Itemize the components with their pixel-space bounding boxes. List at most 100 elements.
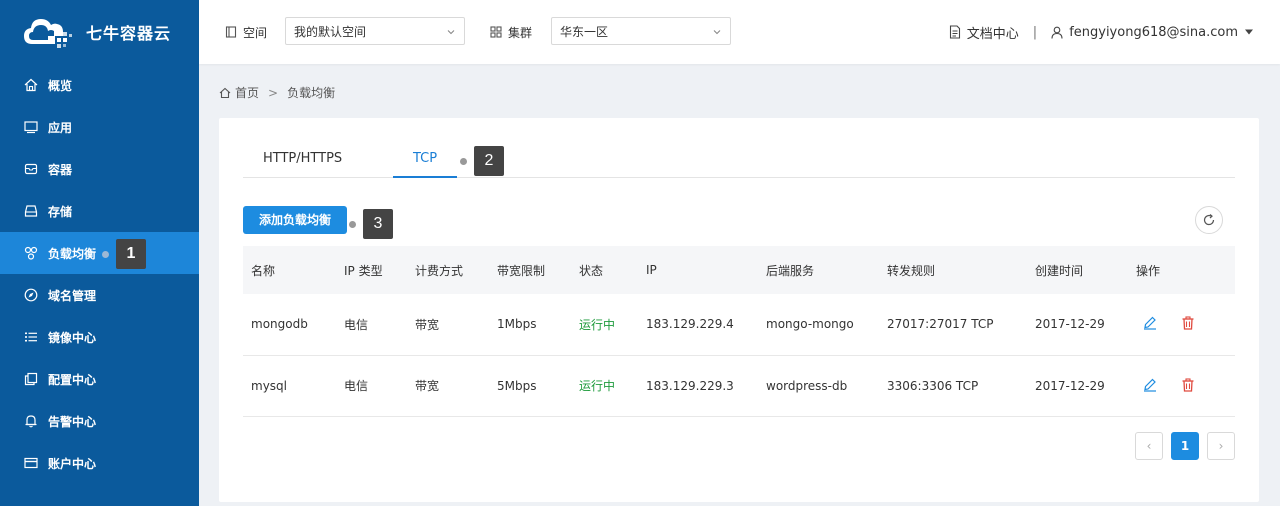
sidebar-item-apps[interactable]: 应用 bbox=[0, 106, 199, 148]
cluster-select[interactable]: 华东一区 bbox=[551, 17, 731, 45]
col-header: 带宽限制 bbox=[497, 263, 546, 278]
trash-icon bbox=[1181, 377, 1195, 392]
load-balance-icon bbox=[24, 246, 38, 260]
sidebar-item-label: 配置中心 bbox=[48, 372, 97, 387]
copy-icon bbox=[24, 372, 38, 386]
cell-ip: 183.129.229.3 bbox=[646, 378, 734, 393]
sidebar-item-label: 容器 bbox=[48, 162, 73, 177]
cell-rule: 27017:27017 TCP bbox=[887, 317, 994, 332]
home-icon bbox=[219, 87, 231, 99]
load-balancer-table: 名称 IP 类型 计费方式 带宽限制 状态 IP 后端服务 转发规则 创建时间 … bbox=[243, 246, 1235, 417]
tab-tcp[interactable]: TCP bbox=[393, 142, 458, 178]
sidebar-item-label: 应用 bbox=[48, 120, 73, 135]
cell-status: 运行中 bbox=[579, 317, 616, 332]
sidebar-item-config[interactable]: 配置中心 bbox=[0, 358, 199, 400]
col-header: 创建时间 bbox=[1035, 263, 1084, 278]
cell-created: 2017-12-29 bbox=[1035, 317, 1105, 332]
breadcrumb-separator: > bbox=[268, 85, 279, 100]
sidebar-item-label: 域名管理 bbox=[48, 288, 97, 303]
cell-bandwidth: 5Mbps bbox=[497, 378, 537, 393]
sidebar-item-label: 账户中心 bbox=[48, 456, 97, 471]
sidebar-item-label: 告警中心 bbox=[48, 414, 97, 429]
table-header: 名称 IP 类型 计费方式 带宽限制 状态 IP 后端服务 转发规则 创建时间 … bbox=[243, 246, 1235, 294]
cluster-label-text: 集群 bbox=[508, 25, 533, 40]
compass-icon bbox=[24, 288, 38, 302]
grid-icon bbox=[490, 26, 502, 38]
cell-ip: 183.129.229.4 bbox=[646, 317, 734, 332]
col-header: 转发规则 bbox=[887, 263, 936, 278]
step-marker-2: 2 bbox=[460, 146, 504, 176]
edit-button[interactable] bbox=[1142, 377, 1158, 393]
edit-button[interactable] bbox=[1142, 315, 1158, 331]
user-email: fengyiyong618@sina.com bbox=[1069, 24, 1238, 40]
cell-actions bbox=[1128, 355, 1235, 416]
cell-created: 2017-12-29 bbox=[1035, 378, 1105, 393]
cell-ip-type: 电信 bbox=[344, 379, 369, 393]
col-header: 状态 bbox=[579, 263, 604, 278]
marker-number: 2 bbox=[474, 146, 504, 176]
step-marker-3: 3 bbox=[349, 209, 393, 239]
delete-button[interactable] bbox=[1180, 377, 1196, 393]
storage-icon bbox=[24, 204, 38, 218]
sidebar-item-domains[interactable]: 域名管理 bbox=[0, 274, 199, 316]
brand-name: 七牛容器云 bbox=[86, 24, 172, 43]
sidebar-item-alerts[interactable]: 告警中心 bbox=[0, 400, 199, 442]
refresh-icon bbox=[1202, 213, 1216, 227]
pagination: ‹ 1 › bbox=[1135, 432, 1235, 460]
cell-rule: 3306:3306 TCP bbox=[887, 378, 979, 393]
cell-status: 运行中 bbox=[579, 379, 616, 393]
delete-button[interactable] bbox=[1180, 315, 1196, 331]
space-select[interactable]: 我的默认空间 bbox=[285, 17, 465, 45]
col-header: IP bbox=[646, 263, 657, 277]
monitor-icon bbox=[24, 120, 38, 134]
bell-icon bbox=[24, 414, 38, 428]
cell-backend: wordpress-db bbox=[766, 378, 848, 393]
marker-dot bbox=[460, 157, 467, 165]
page-button-current[interactable]: 1 bbox=[1171, 432, 1199, 460]
sidebar-nav: 概览 应用 容器 存储 负载均衡 1 域名管理 镜像中心 配置中心 告警中心 账… bbox=[0, 64, 199, 484]
cell-billing: 带宽 bbox=[415, 379, 440, 393]
cell-bandwidth: 1Mbps bbox=[497, 317, 537, 332]
marker-number: 3 bbox=[363, 209, 393, 239]
space-icon bbox=[225, 26, 237, 38]
add-load-balancer-button[interactable]: 添加负载均衡 bbox=[243, 206, 348, 234]
sidebar-item-images[interactable]: 镜像中心 bbox=[0, 316, 199, 358]
tab-http-https[interactable]: HTTP/HTTPS bbox=[243, 142, 362, 178]
user-icon bbox=[1051, 26, 1063, 39]
logo[interactable]: 七牛容器云 bbox=[0, 0, 199, 64]
prev-page-button[interactable]: ‹ bbox=[1135, 432, 1163, 460]
sidebar-item-containers[interactable]: 容器 bbox=[0, 148, 199, 190]
box-icon bbox=[24, 162, 38, 176]
table-header-row: 名称 IP 类型 计费方式 带宽限制 状态 IP 后端服务 转发规则 创建时间 … bbox=[243, 246, 1235, 294]
docs-link[interactable]: 文档中心 bbox=[949, 23, 1019, 42]
space-select-value: 我的默认空间 bbox=[294, 24, 367, 39]
document-icon bbox=[949, 25, 961, 39]
cell-ip-type: 电信 bbox=[344, 317, 369, 332]
sidebar-item-label: 概览 bbox=[48, 78, 73, 93]
sidebar: 七牛容器云 概览 应用 容器 存储 负载均衡 1 域名管理 镜像中心 配置中心 … bbox=[0, 0, 199, 506]
pencil-icon bbox=[1143, 316, 1157, 330]
sidebar-item-load-balance[interactable]: 负载均衡 1 bbox=[0, 232, 199, 274]
user-menu[interactable]: fengyiyong618@sina.com bbox=[1051, 25, 1254, 40]
col-header: 后端服务 bbox=[766, 263, 815, 278]
col-header: 操作 bbox=[1136, 263, 1161, 278]
sidebar-item-label: 镜像中心 bbox=[48, 330, 97, 345]
next-page-button[interactable]: › bbox=[1207, 432, 1235, 460]
breadcrumb-home[interactable]: 首页 bbox=[235, 84, 259, 101]
col-header: 计费方式 bbox=[415, 263, 464, 278]
table-row: mongodb 电信 带宽 1Mbps 运行中 183.129.229.4 mo… bbox=[243, 294, 1235, 355]
sidebar-item-storage[interactable]: 存储 bbox=[0, 190, 199, 232]
docs-label: 文档中心 bbox=[966, 26, 1019, 42]
refresh-button[interactable] bbox=[1195, 206, 1223, 234]
cell-name: mysql bbox=[251, 378, 287, 393]
chevron-down-icon bbox=[712, 26, 722, 36]
card-icon bbox=[24, 456, 38, 470]
top-header: 空间 我的默认空间 集群 华东一区 文档中心 | fengyiyong618@s… bbox=[199, 0, 1280, 64]
cell-billing: 带宽 bbox=[415, 317, 440, 332]
cloud-logo-icon bbox=[22, 14, 74, 50]
sidebar-item-overview[interactable]: 概览 bbox=[0, 64, 199, 106]
col-header: IP 类型 bbox=[344, 263, 383, 278]
cluster-select-value: 华东一区 bbox=[560, 24, 609, 39]
sidebar-item-account[interactable]: 账户中心 bbox=[0, 442, 199, 484]
step-marker-1: 1 bbox=[102, 239, 146, 269]
